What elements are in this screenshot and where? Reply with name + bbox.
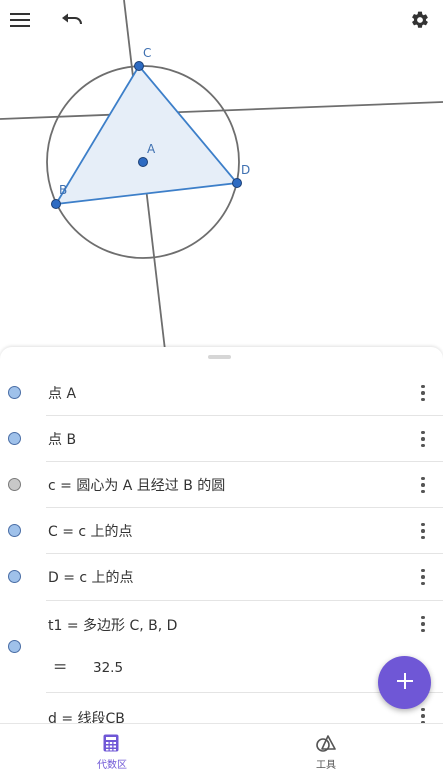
label-a: A: [147, 142, 156, 156]
visibility-toggle[interactable]: [8, 478, 21, 491]
point-b[interactable]: [51, 199, 61, 209]
shapes-tool-icon: [316, 734, 336, 756]
visibility-toggle[interactable]: [8, 386, 21, 399]
output-equals-sign: =: [53, 657, 68, 677]
geogebra-app: A B C D 点 A 点 B c = 圆心为 A 且经过 B 的圆 C = c…: [0, 0, 443, 775]
algebra-row-text: 点 B: [48, 432, 77, 448]
visibility-toggle[interactable]: [8, 432, 21, 445]
algebra-row[interactable]: C = c 上的点: [0, 508, 443, 554]
tab-algebra-label: 代数区: [97, 760, 127, 771]
plus-icon: [396, 672, 413, 693]
algebra-row[interactable]: t1 = 多边形 C, B, D = 32.5: [0, 601, 443, 693]
add-input-button[interactable]: [378, 656, 431, 709]
algebra-row[interactable]: 点 B: [0, 416, 443, 462]
algebra-row[interactable]: 点 A: [0, 370, 443, 416]
visibility-toggle[interactable]: [8, 524, 21, 537]
gear-icon: [410, 10, 430, 30]
tab-tools[interactable]: 工具: [266, 724, 386, 775]
algebra-view: 点 A 点 B c = 圆心为 A 且经过 B 的圆 C = c 上的点 D =…: [0, 347, 443, 727]
label-c: C: [143, 46, 151, 60]
algebra-row[interactable]: c = 圆心为 A 且经过 B 的圆: [0, 462, 443, 508]
calculator-icon: [103, 734, 119, 756]
panel-drag-handle[interactable]: [208, 355, 231, 359]
more-options-icon[interactable]: [414, 520, 432, 542]
label-b: B: [59, 183, 67, 197]
undo-button[interactable]: [56, 4, 88, 36]
graphics-view[interactable]: A B C D: [0, 0, 443, 350]
more-options-icon[interactable]: [414, 566, 432, 588]
algebra-row-text: 点 A: [48, 386, 77, 402]
algebra-row-text: c = 圆心为 A 且经过 B 的圆: [48, 478, 226, 494]
point-c[interactable]: [134, 61, 144, 71]
visibility-toggle[interactable]: [8, 570, 21, 583]
undo-icon: [61, 12, 83, 28]
label-d: D: [241, 163, 250, 177]
tab-tools-label: 工具: [316, 760, 336, 771]
settings-button[interactable]: [404, 4, 436, 36]
more-options-icon[interactable]: [414, 474, 432, 496]
visibility-toggle[interactable]: [8, 640, 21, 653]
algebra-row[interactable]: d = 线段CB: [0, 693, 443, 727]
more-options-icon[interactable]: [414, 382, 432, 404]
algebra-row-text: C = c 上的点: [48, 524, 133, 540]
point-a[interactable]: [138, 157, 148, 167]
bottom-navigation: 代数区 工具: [0, 723, 443, 775]
output-value: 32.5: [93, 660, 124, 676]
algebra-row[interactable]: D = c 上的点: [0, 554, 443, 601]
menu-button[interactable]: [4, 4, 36, 36]
algebra-row-text: t1 = 多边形 C, B, D: [48, 618, 178, 634]
more-options-icon[interactable]: [414, 428, 432, 450]
tab-algebra[interactable]: 代数区: [52, 724, 172, 775]
algebra-row-text: D = c 上的点: [48, 570, 134, 586]
more-options-icon[interactable]: [414, 613, 432, 635]
hamburger-menu-icon: [10, 12, 30, 28]
point-d[interactable]: [232, 178, 242, 188]
